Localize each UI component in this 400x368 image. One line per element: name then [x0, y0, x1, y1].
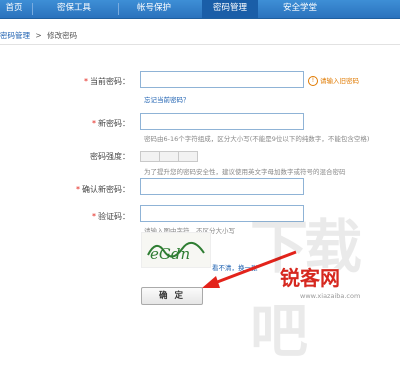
top-nav: 首页 密保工具 帐号保护 密码管理 安全学堂 [0, 0, 400, 19]
divider [0, 44, 400, 45]
warning-text: 请输入旧密码 [320, 77, 359, 85]
breadcrumb-current: 修改密码 [47, 31, 78, 40]
nav-divider [118, 3, 119, 15]
required-star: * [76, 185, 80, 194]
nav-password-management[interactable]: 密码管理 [202, 0, 258, 18]
watermark-url: www.xiazaiba.com [300, 292, 361, 300]
current-password-input[interactable] [140, 71, 304, 88]
strength-label: 密码强度： [90, 152, 130, 161]
forgot-password-link[interactable]: 忘记当前密码？ [144, 94, 190, 104]
strength-hint: 为了提升您的密码安全性，建议使用英文字母加数字或符号的混合密码 [144, 168, 346, 176]
required-star: * [92, 119, 96, 128]
watermark-brand: 锐客网 [280, 266, 340, 290]
new-password-label: * 新密码： [50, 118, 130, 129]
nav-security-school[interactable]: 安全学堂 [270, 0, 330, 18]
captcha-label: * 验证码： [50, 211, 130, 222]
new-password-label-text: 新密码： [98, 119, 130, 128]
captcha-label-text: 验证码： [98, 212, 130, 221]
nav-home[interactable]: 首页 [0, 0, 28, 18]
strength-medium [159, 151, 179, 162]
nav-security-tools[interactable]: 密保工具 [44, 0, 104, 18]
current-password-warning: ! 请输入旧密码 [308, 75, 359, 86]
warning-icon: ! [308, 76, 318, 86]
confirm-password-label-text: 确认新密码： [82, 185, 130, 194]
current-password-label: * 当前密码： [50, 76, 130, 87]
new-password-hint: 密码由6-16个字符组成，区分大小写(不能是9位以下的纯数字，不能包含空格) [144, 135, 370, 143]
confirm-password-input[interactable] [140, 178, 304, 195]
current-password-label-text: 当前密码： [90, 77, 130, 86]
nav-account-protection[interactable]: 帐号保护 [124, 0, 184, 18]
new-password-input[interactable] [140, 113, 304, 130]
strength-meter [140, 151, 198, 162]
breadcrumb-separator: > [35, 31, 42, 40]
nav-divider [32, 3, 33, 15]
submit-button[interactable]: 确 定 [141, 287, 203, 305]
breadcrumb: 密码管理 > 修改密码 [0, 30, 77, 41]
strength-strong [178, 151, 198, 162]
confirm-password-label: * 确认新密码： [50, 184, 130, 195]
breadcrumb-parent[interactable]: 密码管理 [0, 31, 30, 40]
captcha-text: eGdn [150, 245, 190, 263]
strength-weak [140, 151, 160, 162]
required-star: * [92, 212, 96, 221]
required-star: * [84, 77, 88, 86]
